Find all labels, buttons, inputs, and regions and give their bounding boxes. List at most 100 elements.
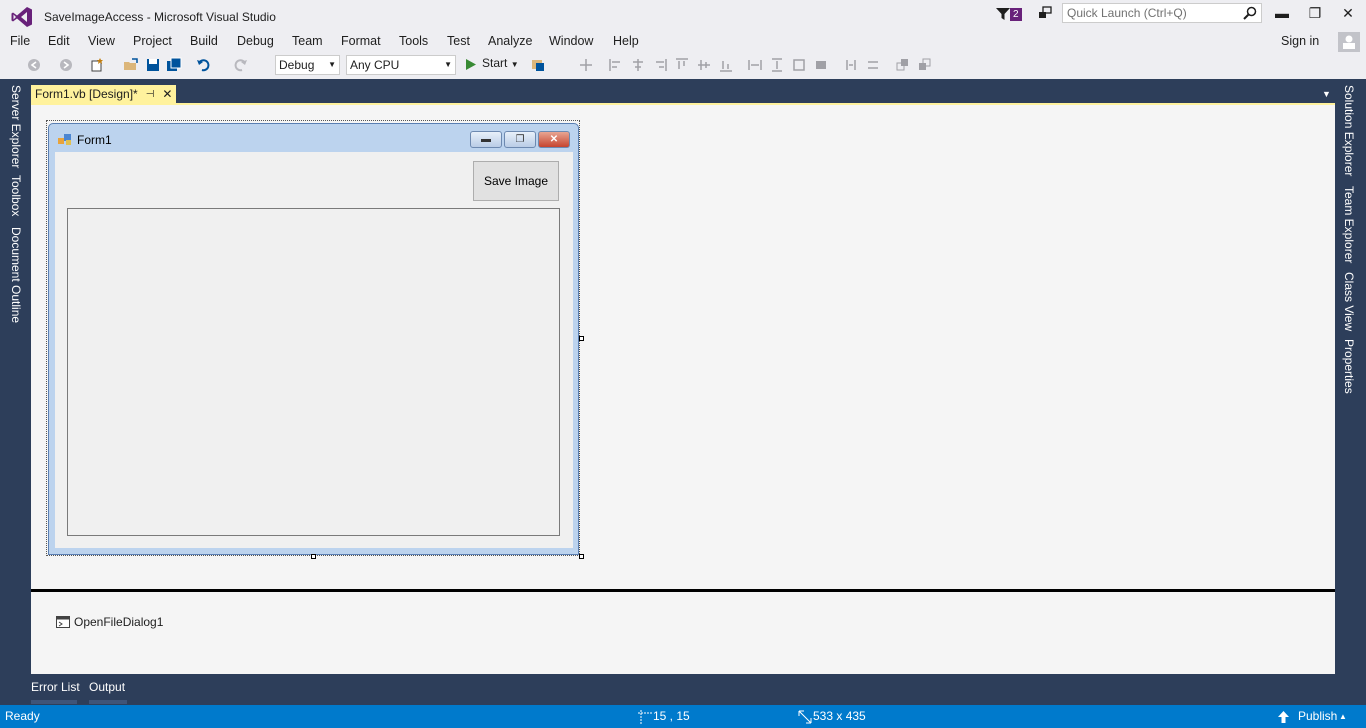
- pin-tab-icon[interactable]: ⊣: [146, 85, 155, 104]
- make-same-width-icon[interactable]: [747, 57, 763, 73]
- chevron-down-icon: ▼: [510, 60, 519, 69]
- save-icon[interactable]: [145, 57, 161, 73]
- resize-handle-bottom-right[interactable]: [579, 554, 584, 559]
- status-position: 15 , 15: [653, 709, 690, 723]
- menu-edit[interactable]: Edit: [46, 32, 72, 50]
- align-bottoms-icon[interactable]: [718, 57, 734, 73]
- publish-arrow-up-icon[interactable]: [1278, 711, 1289, 723]
- align-to-grid-icon[interactable]: [578, 57, 594, 73]
- visual-studio-logo-icon: [11, 7, 32, 27]
- align-middles-icon[interactable]: [696, 57, 712, 73]
- find-in-files-icon[interactable]: [530, 57, 546, 73]
- output-tab[interactable]: Output: [89, 680, 125, 694]
- navigate-forward-icon[interactable]: [58, 57, 74, 73]
- save-image-button[interactable]: Save Image: [473, 161, 559, 201]
- platform-value: Any CPU: [350, 58, 400, 72]
- form-caption: Form1: [77, 133, 112, 147]
- start-play-icon[interactable]: [466, 59, 476, 70]
- quick-launch-input[interactable]: [1063, 4, 1241, 22]
- navigate-back-icon[interactable]: [26, 57, 42, 73]
- close-window-button[interactable]: ✕: [1336, 4, 1360, 24]
- window-title: SaveImageAccess - Microsoft Visual Studi…: [44, 10, 276, 24]
- menu-test[interactable]: Test: [445, 32, 472, 50]
- document-outline-tab[interactable]: Document Outline: [9, 227, 23, 323]
- size-icon: [798, 710, 812, 724]
- menu-debug[interactable]: Debug: [235, 32, 276, 50]
- vertical-spacing-icon[interactable]: [865, 57, 881, 73]
- solution-platform-dropdown[interactable]: Any CPU ▼: [346, 55, 456, 75]
- undo-icon[interactable]: [196, 57, 212, 73]
- output-tab-indicator: [89, 700, 127, 704]
- menu-window[interactable]: Window: [547, 32, 595, 50]
- notifications-filter-icon[interactable]: [996, 7, 1010, 21]
- notification-count-badge[interactable]: 2: [1010, 8, 1022, 21]
- team-explorer-tab[interactable]: Team Explorer: [1342, 186, 1356, 263]
- status-text: Ready: [5, 709, 40, 723]
- right-tool-window-strip: Solution Explorer Team Explorer Class Vi…: [1335, 79, 1366, 705]
- tab-overflow-dropdown-icon[interactable]: ▼: [1322, 89, 1331, 99]
- bring-to-front-icon[interactable]: [895, 57, 911, 73]
- open-file-icon[interactable]: [123, 57, 139, 73]
- component-tray[interactable]: [31, 592, 1335, 674]
- menu-help[interactable]: Help: [611, 32, 641, 50]
- form-icon: [58, 134, 71, 145]
- publish-button[interactable]: Publish: [1298, 705, 1337, 728]
- document-tab-form1-design[interactable]: Form1.vb [Design]* ⊣ ✕: [31, 85, 177, 104]
- tray-component-openfiledialog[interactable]: OpenFileDialog1: [56, 615, 163, 629]
- bottom-tool-window-strip: [0, 674, 1366, 705]
- document-tab-label: Form1.vb [Design]*: [35, 87, 138, 101]
- new-project-icon[interactable]: [89, 57, 105, 73]
- menu-team[interactable]: Team: [290, 32, 325, 50]
- status-size: 533 x 435: [813, 709, 866, 723]
- close-tab-icon[interactable]: ✕: [162, 85, 172, 104]
- menu-format[interactable]: Format: [339, 32, 383, 50]
- error-list-tab[interactable]: Error List: [31, 680, 80, 694]
- form-maximize-button[interactable]: ❐: [504, 131, 536, 148]
- chevron-down-icon: ▼: [444, 60, 452, 69]
- properties-tab[interactable]: Properties: [1342, 339, 1356, 394]
- menu-tools[interactable]: Tools: [397, 32, 430, 50]
- sign-in-link[interactable]: Sign in: [1281, 34, 1319, 48]
- redo-icon[interactable]: [232, 57, 248, 73]
- menu-view[interactable]: View: [86, 32, 117, 50]
- document-tab-bar: [31, 79, 1335, 103]
- align-tops-icon[interactable]: [674, 57, 690, 73]
- form-close-button[interactable]: ✕: [538, 131, 570, 148]
- standard-toolbar: Debug ▼ Any CPU ▼: [0, 52, 1366, 78]
- align-lefts-icon[interactable]: [608, 57, 624, 73]
- menu-analyze[interactable]: Analyze: [486, 32, 534, 50]
- feedback-icon[interactable]: [1038, 6, 1052, 20]
- send-to-back-icon[interactable]: [917, 57, 933, 73]
- menu-bar: File Edit View Project Build Debug Team …: [0, 32, 1366, 52]
- toolbox-tab[interactable]: Toolbox: [9, 175, 23, 216]
- save-all-icon[interactable]: [166, 57, 182, 73]
- align-centers-icon[interactable]: [630, 57, 646, 73]
- horizontal-spacing-icon[interactable]: [843, 57, 859, 73]
- menu-file[interactable]: File: [8, 32, 32, 50]
- status-bar: Ready 15 , 15 533 x 435 Publish ▲: [0, 705, 1366, 728]
- account-icon[interactable]: [1338, 32, 1360, 52]
- form-minimize-button[interactable]: ▬: [470, 131, 502, 148]
- make-same-height-icon[interactable]: [769, 57, 785, 73]
- solution-explorer-tab[interactable]: Solution Explorer: [1342, 85, 1356, 176]
- class-view-tab[interactable]: Class View: [1342, 272, 1356, 331]
- picture-box[interactable]: [67, 208, 560, 536]
- menu-build[interactable]: Build: [188, 32, 220, 50]
- make-same-size-icon[interactable]: [791, 57, 807, 73]
- start-debugging-button[interactable]: Start ▼: [482, 56, 519, 70]
- size-to-grid-icon[interactable]: [813, 57, 829, 73]
- maximize-window-button[interactable]: ❐: [1303, 4, 1327, 24]
- search-icon[interactable]: [1243, 6, 1257, 20]
- server-explorer-tab[interactable]: Server Explorer: [9, 85, 23, 168]
- error-list-tab-indicator: [31, 700, 77, 704]
- solution-configuration-dropdown[interactable]: Debug ▼: [275, 55, 340, 75]
- chevron-down-icon: ▼: [328, 60, 336, 69]
- menu-project[interactable]: Project: [131, 32, 174, 50]
- publish-chevron-up-icon[interactable]: ▲: [1339, 705, 1347, 728]
- minimize-window-button[interactable]: ▬: [1270, 4, 1294, 24]
- resize-handle-right[interactable]: [579, 336, 584, 341]
- quick-launch-box[interactable]: [1062, 3, 1262, 23]
- resize-handle-bottom[interactable]: [311, 554, 316, 559]
- align-rights-icon[interactable]: [652, 57, 668, 73]
- configuration-value: Debug: [279, 58, 315, 72]
